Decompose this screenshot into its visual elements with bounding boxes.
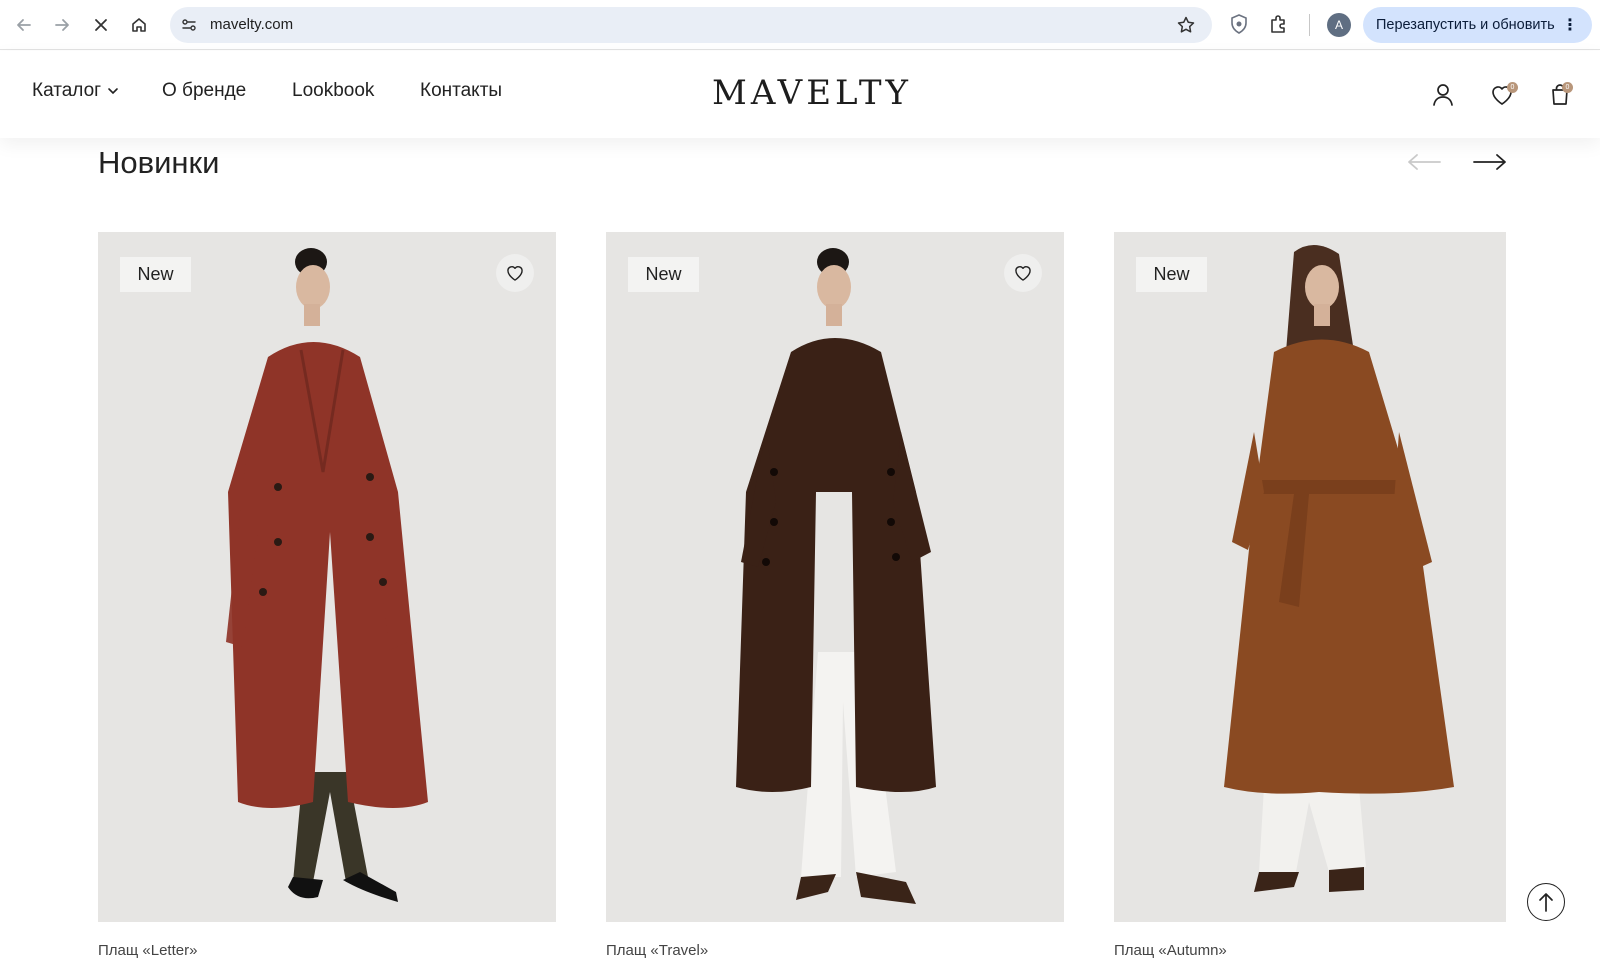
chevron-down-icon <box>108 88 118 95</box>
extensions-puzzle-icon[interactable] <box>1268 13 1290 40</box>
scroll-to-top-button[interactable] <box>1527 883 1565 921</box>
toolbar-divider <box>1309 14 1310 36</box>
heart-icon <box>1015 266 1031 281</box>
menu-item-lookbook[interactable]: Lookbook <box>292 80 374 102</box>
product-image[interactable] <box>606 232 1064 922</box>
back-button[interactable] <box>11 12 37 38</box>
forward-button[interactable] <box>49 12 75 38</box>
url-text[interactable]: mavelty.com <box>210 16 293 33</box>
address-bar[interactable]: mavelty.com <box>170 7 1212 43</box>
product-card[interactable]: New <box>1114 232 1506 922</box>
product-image[interactable] <box>98 232 556 922</box>
close-icon <box>95 19 107 31</box>
menu-item-about[interactable]: О бренде <box>162 80 246 102</box>
product-card[interactable]: New <box>606 232 1064 922</box>
home-button[interactable] <box>126 12 152 38</box>
cart-button[interactable]: 0 <box>1546 81 1574 109</box>
carousel-next-button[interactable] <box>1472 152 1508 177</box>
bookmark-star-icon[interactable] <box>1176 15 1196 40</box>
add-to-favorites-button[interactable] <box>1004 254 1042 292</box>
more-menu-icon[interactable]: ⋮ <box>1562 15 1578 35</box>
arrow-left-icon <box>1408 154 1441 170</box>
favorites-count-badge: 0 <box>1507 82 1518 93</box>
product-title[interactable]: Плащ «Letter» <box>98 942 197 959</box>
add-to-favorites-button[interactable] <box>496 254 534 292</box>
site-info-icon[interactable] <box>180 16 198 39</box>
section-title: Новинки <box>98 145 220 180</box>
arrow-right-icon <box>1473 154 1506 170</box>
product-title[interactable]: Плащ «Autumn» <box>1114 942 1227 959</box>
menu-item-catalog[interactable]: Каталог <box>32 80 119 102</box>
arrow-right-icon <box>55 19 69 31</box>
arrow-up-icon <box>1539 893 1553 912</box>
brand-logo[interactable]: MAVELTY <box>712 73 912 113</box>
new-badge: New <box>120 257 191 292</box>
profile-avatar[interactable]: A <box>1327 13 1351 37</box>
product-card[interactable]: New <box>98 232 556 922</box>
menu-item-contacts[interactable]: Контакты <box>420 80 502 102</box>
cart-count-badge: 0 <box>1562 82 1573 93</box>
relaunch-label: Перезапустить и обновить <box>1376 17 1555 33</box>
new-badge: New <box>628 257 699 292</box>
heart-icon <box>507 266 523 281</box>
product-image[interactable] <box>1114 232 1506 922</box>
arrow-left-icon <box>17 19 31 31</box>
account-icon[interactable] <box>1429 81 1457 109</box>
carousel-prev-button[interactable] <box>1406 152 1442 177</box>
new-badge: New <box>1136 257 1207 292</box>
browser-toolbar: mavelty.com A Перезапустить и обновить ⋮ <box>0 0 1600 50</box>
favorites-button[interactable]: 0 <box>1488 81 1518 109</box>
menu-item-catalog-label: Каталог <box>32 80 102 101</box>
stop-loading-button[interactable] <box>88 12 114 38</box>
product-title[interactable]: Плащ «Travel» <box>606 942 708 959</box>
site-header: Каталог О бренде Lookbook Контакты MAVEL… <box>0 51 1600 138</box>
shield-extension-icon[interactable] <box>1228 13 1250 40</box>
relaunch-update-button[interactable]: Перезапустить и обновить ⋮ <box>1363 7 1592 43</box>
home-icon <box>132 18 146 32</box>
